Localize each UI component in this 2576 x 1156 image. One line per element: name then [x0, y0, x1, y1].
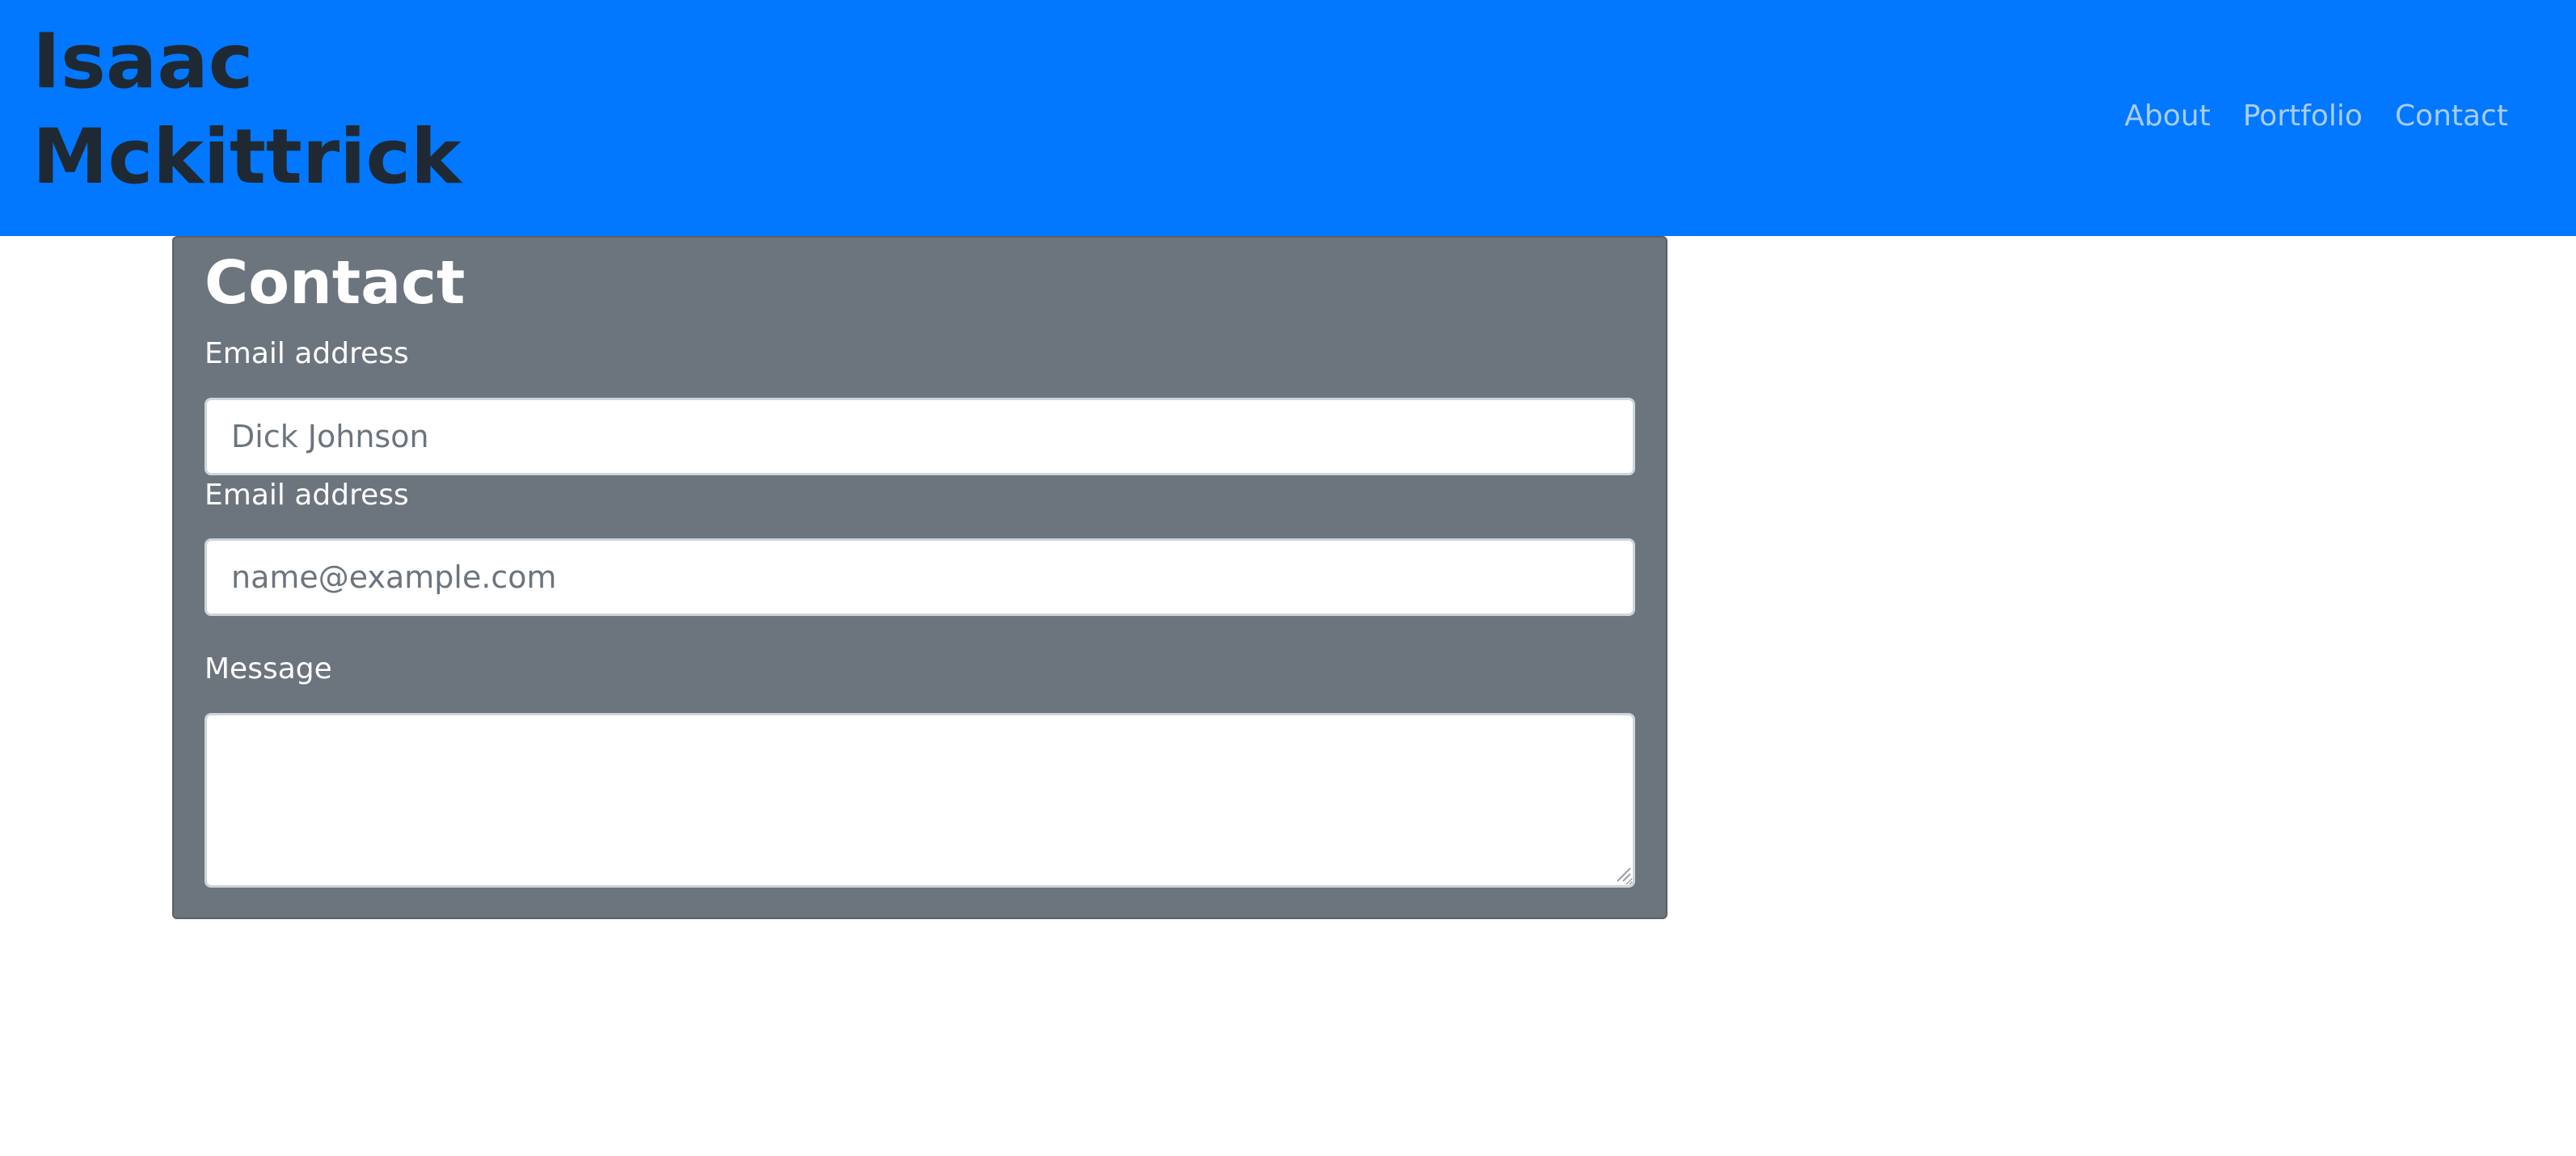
contact-title: Contact	[204, 248, 466, 318]
textarea-resize-grip-icon[interactable]	[1614, 865, 1632, 883]
contact-card: Contact Email address Email address Mess…	[172, 236, 1667, 919]
name-field-label: Email address	[204, 337, 409, 370]
nav-links: About Portfolio Contact	[2124, 95, 2508, 137]
name-input[interactable]	[204, 398, 1635, 475]
brand-last-name: Mckittrick	[32, 113, 462, 201]
message-textarea[interactable]	[204, 713, 1635, 888]
email-field-label: Email address	[204, 479, 409, 512]
navbar: Isaac Mckittrick About Portfolio Contact	[0, 0, 2576, 236]
nav-link-contact[interactable]: Contact	[2395, 95, 2508, 137]
email-input[interactable]	[204, 538, 1635, 616]
brand-first-name: Isaac	[32, 18, 254, 106]
nav-link-portfolio[interactable]: Portfolio	[2243, 95, 2363, 137]
message-field-label: Message	[204, 652, 332, 686]
site-brand[interactable]: Isaac Mckittrick	[32, 15, 485, 205]
nav-link-about[interactable]: About	[2124, 95, 2210, 137]
